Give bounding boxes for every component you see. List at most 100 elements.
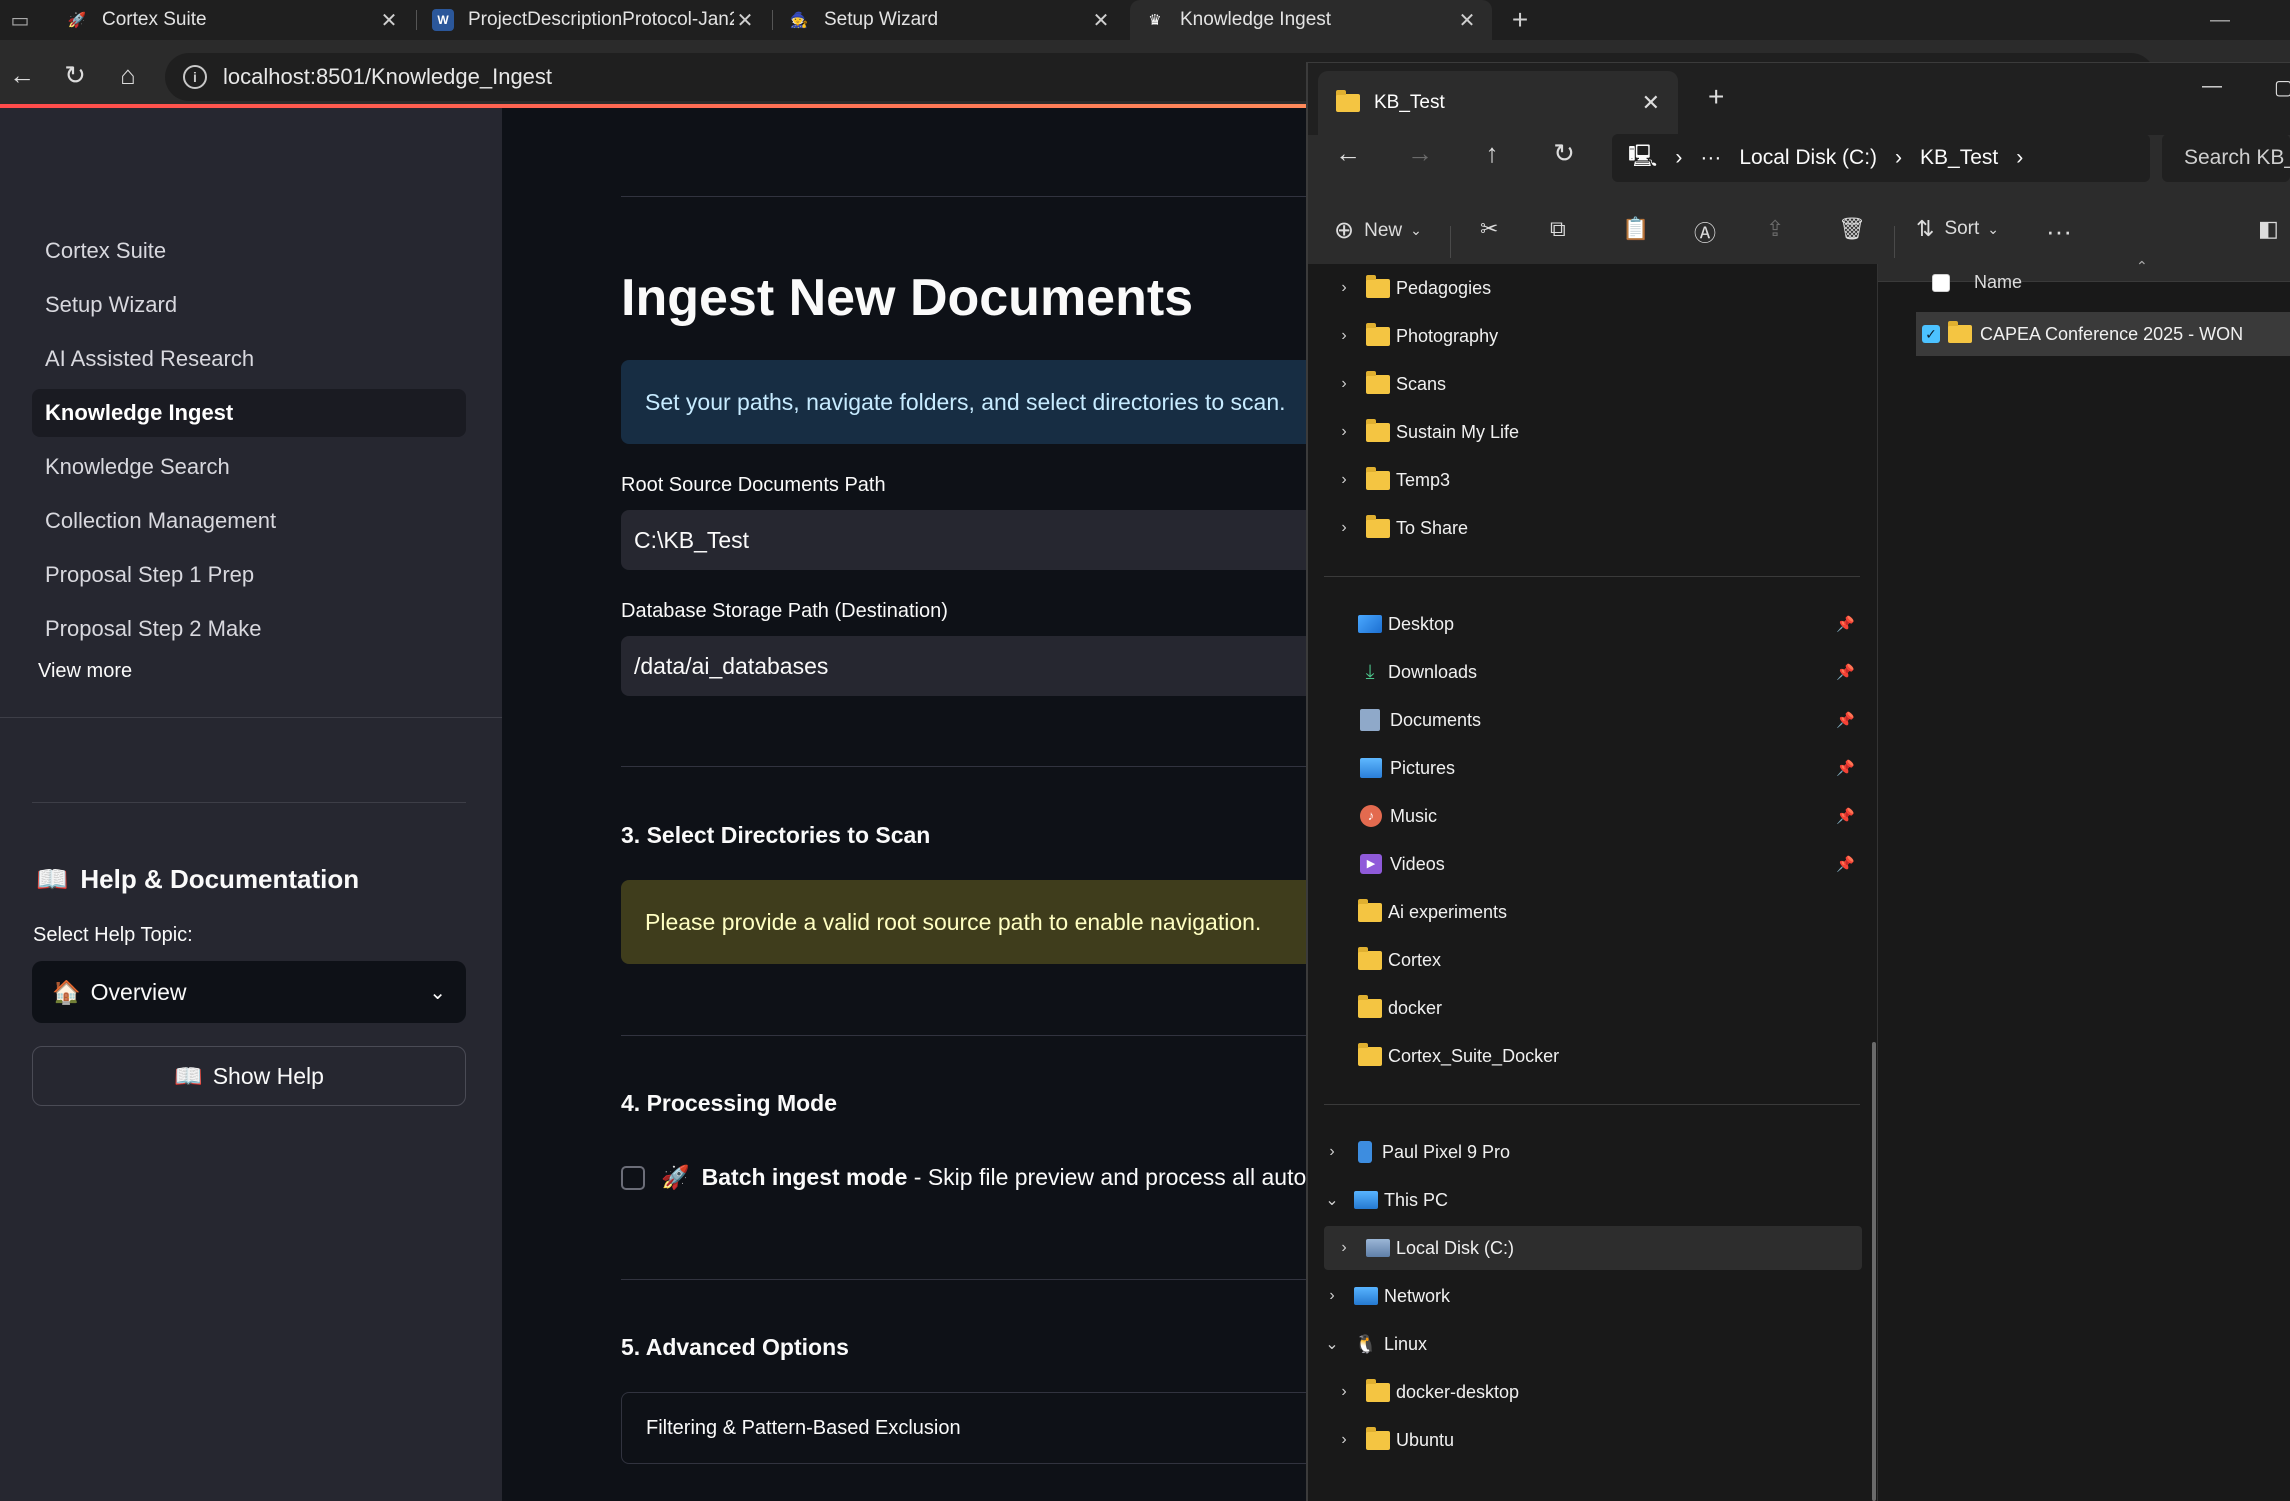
column-header-name[interactable]: Name — [1932, 272, 2022, 293]
tree-device-linux[interactable]: ⌄ 🐧 Linux — [1322, 1322, 1427, 1366]
more-icon[interactable]: ··· — [1700, 146, 1721, 170]
pin-icon[interactable]: 📌 — [1836, 663, 1855, 681]
tree-folder[interactable]: › Temp3 — [1334, 458, 1450, 502]
tree-folder-ubuntu[interactable]: › Ubuntu — [1334, 1418, 1454, 1462]
breadcrumb-item[interactable]: Local Disk (C:) — [1739, 146, 1877, 170]
chevron-right-icon[interactable]: › — [1334, 375, 1354, 393]
sidebar-item-ai-assisted-research[interactable]: AI Assisted Research — [32, 335, 466, 383]
home-icon[interactable]: ⌂ — [110, 57, 146, 93]
quick-access-documents[interactable]: Documents 📌 — [1358, 698, 1858, 742]
tree-folder[interactable]: › Pedagogies — [1334, 266, 1491, 310]
pin-icon[interactable]: 📌 — [1836, 759, 1855, 777]
site-info-icon[interactable]: i — [183, 65, 207, 89]
pin-icon[interactable]: 📌 — [1836, 855, 1855, 873]
tree-scrollbar[interactable] — [1872, 1042, 1876, 1501]
chevron-right-icon[interactable]: › — [1334, 327, 1354, 345]
minimize-icon[interactable]: — — [2202, 75, 2222, 98]
tab-project-description[interactable]: W ProjectDescriptionProtocol-Jan20 ✕ — [418, 0, 770, 40]
pin-icon[interactable]: 📌 — [1836, 711, 1855, 729]
chevron-right-icon[interactable]: › — [1334, 1431, 1354, 1449]
close-icon[interactable]: ✕ — [1090, 8, 1112, 33]
filtering-expander[interactable]: Filtering & Pattern-Based Exclusion — [621, 1392, 1401, 1464]
quick-access-pictures[interactable]: Pictures 📌 — [1358, 746, 1858, 790]
up-icon[interactable]: ↑ — [1474, 138, 1510, 169]
select-all-checkbox[interactable] — [1932, 273, 1950, 292]
sidebar-item-setup-wizard[interactable]: Setup Wizard — [32, 281, 466, 329]
rename-icon[interactable]: Ⓐ — [1694, 216, 1716, 248]
chevron-right-icon[interactable]: › — [1334, 279, 1354, 297]
forward-icon[interactable]: → — [1402, 138, 1438, 169]
pin-icon[interactable]: 📌 — [1836, 615, 1855, 633]
chevron-down-icon[interactable]: ⌄ — [1322, 1334, 1342, 1354]
close-icon[interactable]: ✕ — [378, 8, 400, 33]
batch-ingest-checkbox-row[interactable]: 🚀 Batch ingest mode - Skip file preview … — [621, 1164, 1338, 1191]
tree-device-this-pc[interactable]: ⌄ This PC — [1322, 1178, 1448, 1222]
share-icon[interactable]: ⇪ — [1766, 216, 1784, 242]
paste-icon[interactable]: 📋 — [1622, 216, 1649, 242]
chevron-right-icon[interactable]: › — [1322, 1287, 1342, 1305]
quick-access-desktop[interactable]: Desktop 📌 — [1358, 602, 1858, 646]
cut-icon[interactable]: ✂ — [1480, 216, 1498, 242]
more-options-icon[interactable]: ··· — [2046, 216, 2072, 247]
tree-device-local-disk[interactable]: › Local Disk (C:) — [1324, 1226, 1862, 1270]
sidebar-item-knowledge-search[interactable]: Knowledge Search — [32, 443, 466, 491]
chevron-right-icon[interactable]: › — [1334, 423, 1354, 441]
breadcrumb-item[interactable]: KB_Test — [1920, 146, 1998, 170]
help-topic-select[interactable]: 🏠 Overview ⌄ — [32, 961, 466, 1023]
minimize-icon[interactable]: — — [2190, 0, 2250, 40]
copy-icon[interactable]: ⧉ — [1550, 216, 1566, 242]
pin-icon[interactable]: 📌 — [1836, 807, 1855, 825]
refresh-icon[interactable]: ↻ — [1546, 138, 1582, 169]
tab-actions-icon[interactable]: ▭ — [0, 0, 40, 40]
row-checkbox[interactable]: ✓ — [1922, 325, 1940, 343]
close-icon[interactable]: ✕ — [734, 8, 756, 33]
sidebar-item-collection-management[interactable]: Collection Management — [32, 497, 466, 545]
sidebar-item-proposal-step-2[interactable]: Proposal Step 2 Make — [32, 605, 466, 653]
tab-knowledge-ingest[interactable]: ♛ Knowledge Ingest ✕ — [1130, 0, 1492, 40]
back-icon[interactable]: ← — [1330, 138, 1366, 169]
tree-device-network[interactable]: › Network — [1322, 1274, 1450, 1318]
quick-access-cortex-suite-docker[interactable]: Cortex_Suite_Docker — [1358, 1034, 1559, 1078]
tree-folder[interactable]: › Scans — [1334, 362, 1446, 406]
tree-folder[interactable]: › Sustain My Life — [1334, 410, 1519, 454]
batch-ingest-checkbox[interactable] — [621, 1165, 645, 1190]
new-tab-button[interactable]: + — [1708, 81, 1724, 113]
quick-access-ai-experiments[interactable]: Ai experiments — [1358, 890, 1507, 934]
chevron-right-icon[interactable]: › — [1334, 1239, 1354, 1257]
back-icon[interactable]: ← — [4, 57, 40, 93]
new-tab-button[interactable]: + — [1490, 0, 1550, 40]
sidebar-item-knowledge-ingest[interactable]: Knowledge Ingest — [32, 389, 466, 437]
sort-button[interactable]: ⇅ Sort ⌄ — [1916, 216, 1999, 242]
chevron-right-icon[interactable]: › — [1334, 1383, 1354, 1401]
tree-folder-docker-desktop[interactable]: › docker-desktop — [1334, 1370, 1519, 1414]
chevron-right-icon[interactable]: › — [1334, 519, 1354, 537]
new-button[interactable]: ⊕ New ⌄ — [1334, 216, 1422, 245]
delete-icon[interactable]: 🗑 — [1838, 216, 1866, 242]
chevron-right-icon[interactable]: › — [1334, 471, 1354, 489]
show-help-button[interactable]: 📖 Show Help — [32, 1046, 466, 1106]
quick-access-docker[interactable]: docker — [1358, 986, 1442, 1030]
db-path-input[interactable]: /data/ai_databases — [621, 636, 1401, 696]
quick-access-music[interactable]: ♪ Music 📌 — [1358, 794, 1858, 838]
view-more-link[interactable]: View more — [38, 660, 132, 683]
root-path-input[interactable]: C:\KB_Test — [621, 510, 1401, 570]
reload-icon[interactable]: ↻ — [57, 57, 93, 93]
tree-folder[interactable]: › Photography — [1334, 314, 1498, 358]
tab-cortex-suite[interactable]: 🚀 Cortex Suite ✕ — [52, 0, 414, 40]
tree-folder[interactable]: › To Share — [1334, 506, 1468, 550]
chevron-right-icon[interactable]: › — [1322, 1143, 1342, 1161]
tab-setup-wizard[interactable]: 🧙 Setup Wizard ✕ — [774, 0, 1126, 40]
explorer-tab[interactable]: KB_Test ✕ — [1318, 71, 1678, 135]
breadcrumb[interactable]: 🖳 › ··· Local Disk (C:) › KB_Test › — [1612, 134, 2150, 182]
tree-device-phone[interactable]: › Paul Pixel 9 Pro — [1322, 1130, 1510, 1174]
maximize-icon[interactable]: ▢ — [2274, 75, 2290, 100]
details-pane-icon[interactable]: ◧ — [2258, 216, 2279, 242]
search-input[interactable]: Search KB_T — [2162, 134, 2290, 182]
file-row[interactable]: ✓ CAPEA Conference 2025 - WON — [1916, 312, 2290, 356]
sidebar-item-cortex-suite[interactable]: Cortex Suite — [32, 227, 466, 275]
quick-access-cortex[interactable]: Cortex — [1358, 938, 1441, 982]
quick-access-downloads[interactable]: ⤓ Downloads 📌 — [1358, 650, 1858, 694]
close-icon[interactable]: ✕ — [1456, 8, 1478, 33]
sidebar-item-proposal-step-1[interactable]: Proposal Step 1 Prep — [32, 551, 466, 599]
chevron-down-icon[interactable]: ⌄ — [1322, 1190, 1342, 1210]
